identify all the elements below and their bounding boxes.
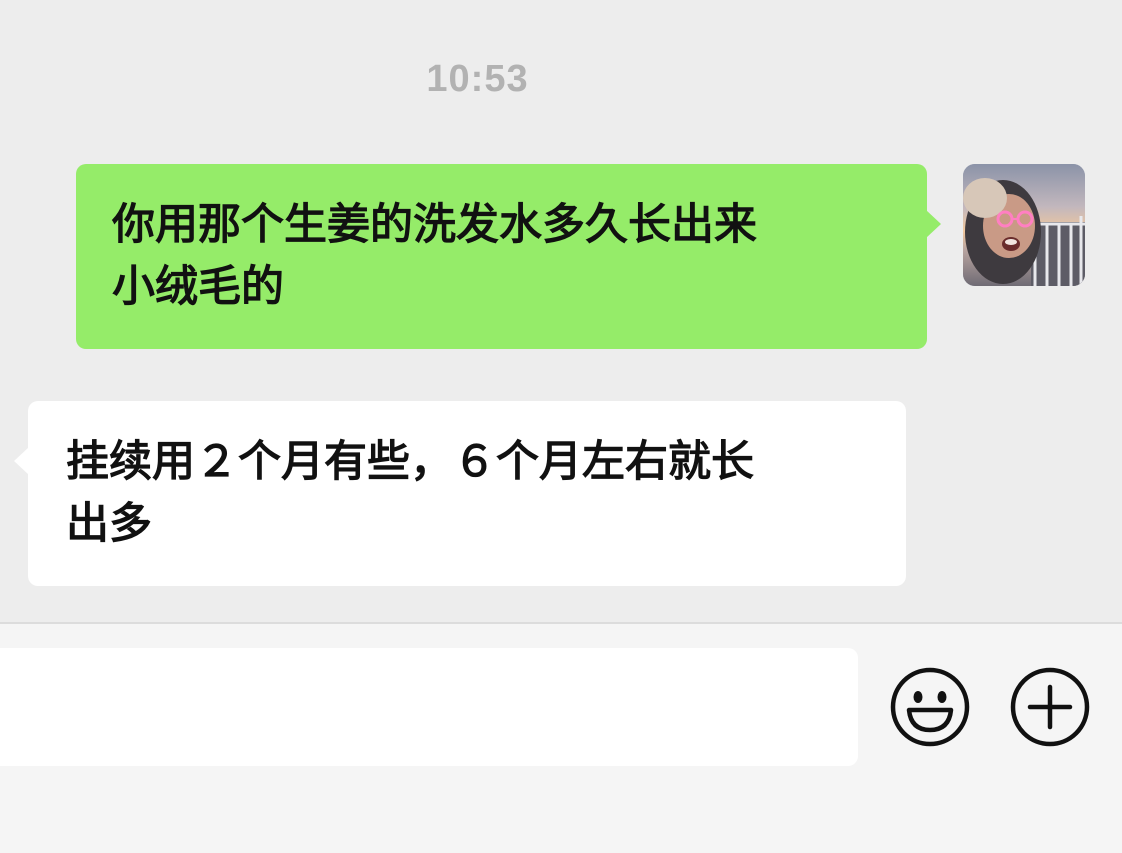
more-options-button[interactable] (1009, 666, 1091, 748)
message-text-line: 小绒毛的 (112, 262, 284, 312)
chat-area[interactable]: 10:53 你用那个生姜的洗发水多久长出来 小绒毛的 挂续用２个月有些，６个月左… (0, 0, 1122, 622)
message-input[interactable] (0, 648, 858, 766)
input-bar (0, 624, 1122, 853)
message-text-line: 你用那个生姜的洗发水多久长出来 (112, 200, 757, 250)
avatar-photo (963, 164, 1085, 286)
emoji-button[interactable] (889, 666, 971, 748)
smiley-face-icon (890, 667, 970, 747)
message-text-line: 挂续用２个月有些，６个月左右就长 (66, 437, 754, 487)
plus-circle-icon (1010, 667, 1090, 747)
message-timestamp: 10:53 (426, 58, 529, 100)
incoming-message-bubble[interactable]: 挂续用２个月有些，６个月左右就长 出多 (14, 401, 906, 586)
message-text-line: 出多 (66, 499, 152, 549)
outgoing-message-bubble[interactable]: 你用那个生姜的洗发水多久长出来 小绒毛的 (76, 164, 941, 349)
avatar[interactable] (963, 164, 1085, 286)
